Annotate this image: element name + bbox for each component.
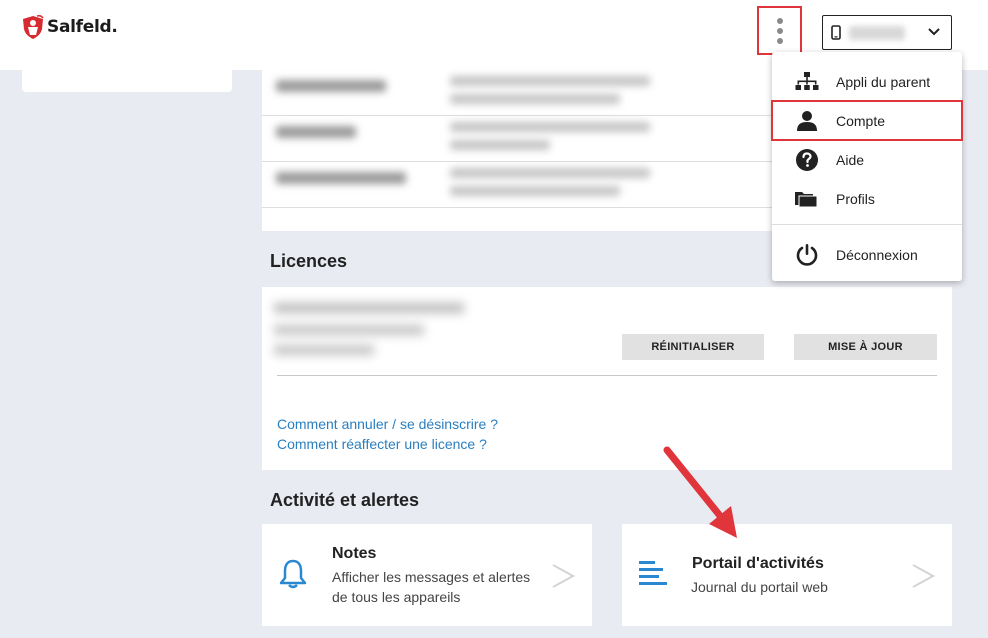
menu-item-label: Profils [836,190,875,207]
bell-icon [279,559,307,589]
dot-icon [776,17,783,24]
sidebar-card [22,70,232,92]
annotation-arrow-icon [663,446,737,538]
device-name [849,25,905,40]
menu-item-label: Déconnexion [836,246,918,263]
menu-item-profiles[interactable]: Profils [772,179,962,218]
menu-item-logout[interactable]: Déconnexion [772,235,962,274]
phone-icon [831,25,841,40]
menu-item-label: Compte [836,112,886,129]
help-icon [794,147,820,173]
chevron-right-icon [552,564,576,588]
chevron-right-icon [912,564,936,588]
divider [277,375,937,376]
portal-desc: Journal du portail web [691,579,828,595]
salfeld-logo[interactable]: Salfeld. [20,14,118,40]
menu-item-parent-app[interactable]: Appli du parent [772,62,962,101]
blurred-text [274,345,374,355]
logo-text: Salfeld. [47,17,118,37]
blurred-text [274,325,424,335]
cancel-subscription-link[interactable]: Comment annuler / se désinscrire ? [277,416,498,432]
blurred-text [274,303,464,313]
list-lines-icon [639,561,667,585]
user-icon [794,108,820,134]
device-select[interactable] [822,15,952,50]
licence-card: RÉINITIALISER MISE À JOUR Comment annule… [262,287,952,470]
menu-divider [772,224,962,225]
dot-icon [776,37,783,44]
folder-icon [794,186,820,212]
menu-item-label: Aide [836,151,865,168]
menu-item-account[interactable]: Compte [771,100,963,141]
reassign-licence-link[interactable]: Comment réaffecter une licence ? [277,436,487,452]
notes-desc-line1: Afficher les messages et alertes [332,569,531,585]
power-icon [794,242,820,268]
portal-title: Portail d'activités [692,555,824,572]
chevron-down-icon [928,28,940,36]
notes-desc-line2: de tous les appareils [332,589,461,605]
more-options-button[interactable] [757,6,802,55]
activity-title: Activité et alertes [270,490,420,510]
menu-item-help[interactable]: Aide [772,140,962,179]
notes-card[interactable]: Notes Afficher les messages et alertes d… [262,524,592,626]
menu-item-label: Appli du parent [836,73,931,90]
shield-logo-icon [23,15,44,39]
sitemap-icon [794,69,820,95]
reset-button[interactable]: RÉINITIALISER [622,334,764,360]
update-button[interactable]: MISE À JOUR [794,334,937,360]
licences-title: Licences [270,251,348,271]
options-dropdown-menu: Appli du parent Compte Aide Profils Déco… [771,52,963,281]
dot-icon [776,27,783,34]
notes-title: Notes [332,545,377,562]
